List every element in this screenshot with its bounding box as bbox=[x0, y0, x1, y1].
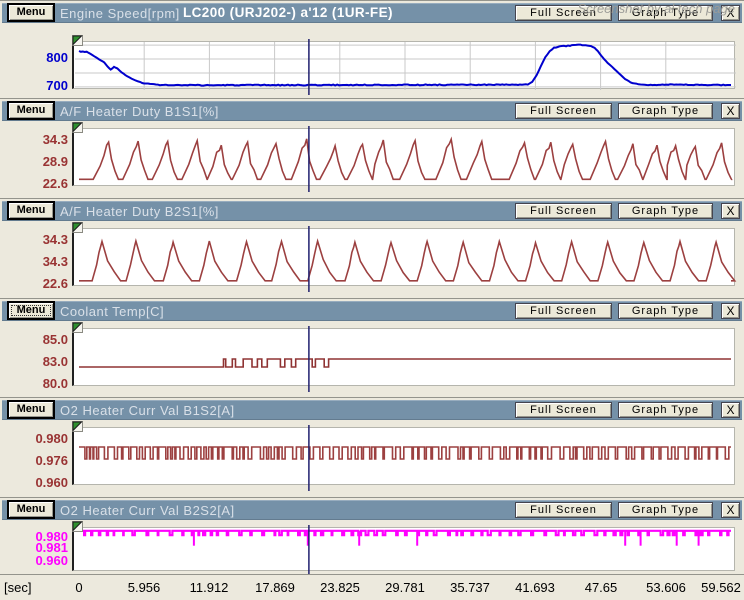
y-tick-label: 22.6 bbox=[43, 176, 68, 191]
time-axis: [sec] 0 5.956 11.912 17.869 23.825 29.781 35.7… bbox=[0, 574, 744, 600]
y-tick-label: 34.3 bbox=[43, 254, 68, 269]
y-tick-label: 22.6 bbox=[43, 276, 68, 291]
menu-button[interactable]: Menu bbox=[8, 102, 54, 119]
cursor-handle-icon[interactable] bbox=[72, 35, 83, 46]
close-icon[interactable]: X bbox=[721, 203, 740, 219]
graph-panel-2: Menu A/F Heater Duty B1S1[%] Full Screen… bbox=[0, 98, 744, 198]
time-tick-label: 0 bbox=[75, 580, 82, 595]
y-tick-label: 34.3 bbox=[43, 132, 68, 147]
panel-body: 0.9800.9810.960 bbox=[2, 522, 742, 574]
panel-body: 34.3 34.3 22.6 bbox=[2, 223, 742, 298]
panel-header: Menu A/F Heater Duty B2S1[%] Full Screen… bbox=[2, 201, 742, 221]
panel-body: 85.0 83.0 80.0 bbox=[2, 323, 742, 397]
full-screen-button[interactable]: Full Screen bbox=[515, 103, 612, 119]
plot-area[interactable] bbox=[72, 41, 735, 89]
y-axis-labels: 800700 bbox=[2, 41, 68, 89]
panel-header: Menu O2 Heater Curr Val B1S2[A] Full Scr… bbox=[2, 400, 742, 420]
waveform-svg bbox=[74, 129, 737, 187]
y-tick-label: 700 bbox=[46, 78, 68, 93]
graph-type-button[interactable]: Graph Type bbox=[618, 103, 713, 119]
y-axis-labels: 34.334.322.6 bbox=[2, 228, 68, 286]
plot-area[interactable] bbox=[72, 128, 735, 186]
y-tick-label: 80.0 bbox=[43, 376, 68, 391]
graph-type-button[interactable]: Graph Type bbox=[618, 502, 713, 518]
graph-panel-5: Menu O2 Heater Curr Val B1S2[A] Full Scr… bbox=[0, 397, 744, 497]
panel-body: 34.3 28.9 22.6 bbox=[2, 123, 742, 198]
waveform-svg bbox=[74, 42, 737, 90]
full-screen-button[interactable]: Full Screen bbox=[515, 402, 612, 418]
panel-body: 0.980 0.976 0.960 bbox=[2, 422, 742, 497]
close-icon[interactable]: X bbox=[721, 103, 740, 119]
time-tick-label: 5.956 bbox=[128, 580, 161, 595]
cursor-handle-icon[interactable] bbox=[72, 322, 83, 333]
y-axis-labels: 0.9800.9760.960 bbox=[2, 427, 68, 485]
graph-type-button[interactable]: Graph Type bbox=[618, 303, 713, 319]
panel-title: A/F Heater Duty B1S1[%] bbox=[60, 104, 219, 119]
time-tick-label: 23.825 bbox=[320, 580, 360, 595]
y-tick-label: 28.9 bbox=[43, 154, 68, 169]
time-tick-label: 29.781 bbox=[385, 580, 425, 595]
graph-panel-4: Menu Coolant Temp[C] Full Screen Graph T… bbox=[0, 298, 744, 397]
plot-area[interactable] bbox=[72, 328, 735, 386]
menu-button[interactable]: Menu bbox=[8, 202, 54, 219]
time-tick-label: 41.693 bbox=[515, 580, 555, 595]
vehicle-title: LC200 (URJ202-) a'12 (1UR-FE) bbox=[183, 5, 393, 20]
panel-stack: Menu Engine Speed[rpm] LC200 (URJ202-) a… bbox=[0, 0, 744, 574]
full-screen-button[interactable]: Full Screen bbox=[515, 303, 612, 319]
panel-title: Engine Speed[rpm] bbox=[60, 6, 180, 21]
watermark-text: Screenshot by al tech page bbox=[577, 1, 735, 16]
cursor-handle-icon[interactable] bbox=[72, 222, 83, 233]
y-tick-label: 800 bbox=[46, 50, 68, 65]
close-icon[interactable]: X bbox=[721, 402, 740, 418]
panel-title: O2 Heater Curr Val B1S2[A] bbox=[60, 403, 235, 418]
close-icon[interactable]: X bbox=[721, 303, 740, 319]
panel-body: 800 700 bbox=[2, 25, 742, 98]
panel-title: O2 Heater Curr Val B2S2[A] bbox=[60, 503, 235, 518]
full-screen-button[interactable]: Full Screen bbox=[515, 502, 612, 518]
graph-type-button[interactable]: Graph Type bbox=[618, 402, 713, 418]
plot-area[interactable] bbox=[72, 527, 735, 571]
plot-area[interactable] bbox=[72, 427, 735, 485]
panel-header: Menu A/F Heater Duty B1S1[%] Full Screen… bbox=[2, 101, 742, 121]
time-tick-label: 17.869 bbox=[255, 580, 295, 595]
graph-panel-6: Menu O2 Heater Curr Val B2S2[A] Full Scr… bbox=[0, 497, 744, 574]
time-tick-label: 59.562 bbox=[701, 580, 741, 595]
plot-area[interactable] bbox=[72, 228, 735, 286]
time-tick-label: 11.912 bbox=[190, 580, 229, 595]
waveform-svg bbox=[74, 528, 737, 572]
menu-button[interactable]: Menu bbox=[8, 401, 54, 418]
datalogger-window: Menu Engine Speed[rpm] LC200 (URJ202-) a… bbox=[0, 0, 744, 600]
y-axis-labels: 0.9800.9810.960 bbox=[2, 527, 68, 571]
panel-header: Menu O2 Heater Curr Val B2S2[A] Full Scr… bbox=[2, 500, 742, 520]
cursor-handle-icon[interactable] bbox=[72, 521, 83, 532]
y-tick-label: 83.0 bbox=[43, 354, 68, 369]
time-tick-label: 53.606 bbox=[646, 580, 686, 595]
y-tick-label: 0.960 bbox=[35, 475, 68, 490]
time-tick-label: 35.737 bbox=[450, 580, 490, 595]
time-tick-label: 47.65 bbox=[585, 580, 618, 595]
close-icon[interactable]: X bbox=[721, 502, 740, 518]
cursor-handle-icon[interactable] bbox=[72, 421, 83, 432]
panel-title: A/F Heater Duty B2S1[%] bbox=[60, 204, 219, 219]
y-tick-label: 0.960 bbox=[35, 553, 68, 568]
y-tick-label: 85.0 bbox=[43, 332, 68, 347]
menu-button[interactable]: Menu bbox=[8, 302, 54, 319]
y-axis-labels: 34.328.922.6 bbox=[2, 128, 68, 186]
time-unit-label: [sec] bbox=[4, 580, 31, 595]
y-tick-label: 34.3 bbox=[43, 232, 68, 247]
panel-title: Coolant Temp[C] bbox=[60, 304, 164, 319]
waveform-svg bbox=[74, 428, 737, 486]
y-tick-label: 0.976 bbox=[35, 453, 68, 468]
y-axis-labels: 85.083.080.0 bbox=[2, 328, 68, 386]
waveform-svg bbox=[74, 229, 737, 287]
graph-panel-3: Menu A/F Heater Duty B2S1[%] Full Screen… bbox=[0, 198, 744, 298]
cursor-handle-icon[interactable] bbox=[72, 122, 83, 133]
menu-button[interactable]: Menu bbox=[8, 4, 54, 21]
y-tick-label: 0.980 bbox=[35, 431, 68, 446]
menu-button[interactable]: Menu bbox=[8, 501, 54, 518]
panel-header: Menu Coolant Temp[C] Full Screen Graph T… bbox=[2, 301, 742, 321]
full-screen-button[interactable]: Full Screen bbox=[515, 203, 612, 219]
waveform-svg bbox=[74, 329, 737, 387]
graph-type-button[interactable]: Graph Type bbox=[618, 203, 713, 219]
